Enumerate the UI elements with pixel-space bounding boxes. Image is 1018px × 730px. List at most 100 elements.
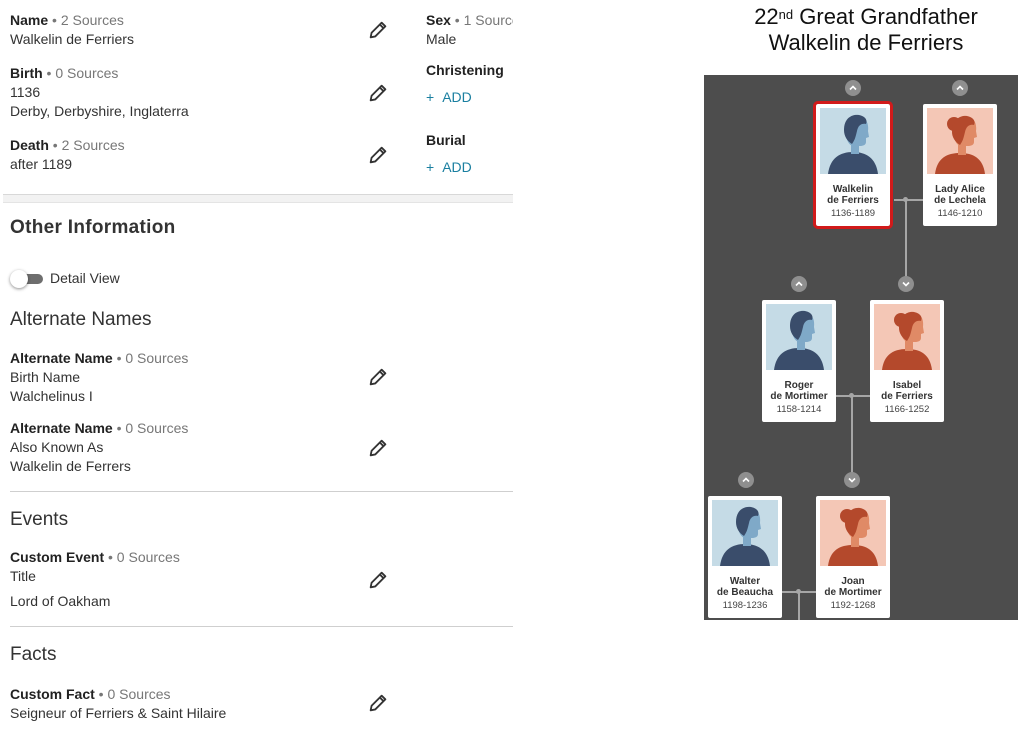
vital-sex-value: Male	[426, 31, 457, 47]
alternate-name-item: Alternate Name • 0 Sources Also Known As…	[10, 419, 188, 476]
add-christening-label: ADD	[442, 89, 472, 105]
expand-ancestors-button[interactable]	[952, 80, 968, 96]
section-divider	[10, 491, 513, 492]
alternate-name-type: Birth Name	[10, 369, 81, 385]
ancestor-name: Walkelin de Ferriers	[768, 30, 964, 55]
person-lifespan: 1136-1189	[830, 208, 876, 219]
male-silhouette-icon	[766, 304, 832, 370]
edit-custom-event-button[interactable]	[367, 569, 389, 591]
vital-sex-sources[interactable]: • 1 Sources	[451, 12, 513, 28]
vital-sex-label: Sex	[426, 12, 451, 28]
add-burial-label: ADD	[442, 159, 472, 175]
pencil-icon	[369, 368, 387, 386]
edit-alternate-name-button[interactable]	[367, 437, 389, 459]
descent-line	[851, 396, 853, 476]
pencil-icon	[369, 21, 387, 39]
person-details-panel: Name • 2 Sources Walkelin de Ferriers Bi…	[0, 0, 513, 730]
expand-ancestors-button[interactable]	[791, 276, 807, 292]
alternate-name-type: Also Known As	[10, 439, 104, 455]
alternate-name-item: Alternate Name • 0 Sources Birth Name Wa…	[10, 349, 188, 406]
vital-christening: Christening + ADD	[426, 61, 513, 107]
chevron-down-icon	[848, 477, 856, 483]
person-card-isabel[interactable]: Isabel de Ferriers 1166-1252	[870, 300, 944, 422]
alternate-name-value: Walkelin de Ferrers	[10, 458, 131, 474]
person-name: Walter de Beaucha	[716, 576, 774, 598]
chevron-up-icon	[849, 85, 857, 91]
collapse-descendants-button[interactable]	[898, 276, 914, 292]
vital-birth-date: 1136	[10, 84, 41, 100]
chevron-down-icon	[902, 281, 910, 287]
facts-heading: Facts	[10, 644, 57, 665]
edit-name-button[interactable]	[367, 19, 389, 41]
custom-fact-item: Custom Fact • 0 Sources Seigneur of Ferr…	[10, 685, 226, 723]
alternate-name-sources[interactable]: • 0 Sources	[113, 350, 189, 366]
custom-fact-label: Custom Fact	[10, 686, 95, 702]
couple-dot	[903, 197, 908, 202]
relationship-text: Great Grandfather	[793, 4, 978, 29]
alternate-name-label: Alternate Name	[10, 350, 113, 366]
expand-ancestors-button[interactable]	[738, 472, 754, 488]
custom-event-value: Lord of Oakham	[10, 593, 111, 609]
vital-birth-place: Derby, Derbyshire, Inglaterra	[10, 103, 189, 119]
couple-connector	[894, 199, 923, 201]
vital-birth-label: Birth	[10, 65, 43, 81]
couple-dot	[849, 393, 854, 398]
custom-event-type: Title	[10, 568, 36, 584]
edit-alternate-name-button[interactable]	[367, 366, 389, 388]
chevron-up-icon	[956, 85, 964, 91]
collapse-descendants-button[interactable]	[844, 472, 860, 488]
person-name: Joan de Mortimer	[824, 576, 882, 598]
relationship-label: 22nd Great Grandfather	[716, 4, 1016, 30]
person-card-alice[interactable]: Lady Alice de Lechela 1146-1210	[923, 104, 997, 226]
person-card-walkelin[interactable]: Walkelin de Ferriers 1136-1189	[813, 101, 893, 229]
couple-dot	[796, 589, 801, 594]
person-lifespan: 1192-1268	[830, 600, 876, 611]
custom-fact-sources[interactable]: • 0 Sources	[95, 686, 171, 702]
custom-event-label: Custom Event	[10, 549, 105, 565]
female-silhouette-icon	[927, 108, 993, 174]
pencil-icon	[369, 439, 387, 457]
section-divider	[3, 194, 513, 203]
alternate-name-sources[interactable]: • 0 Sources	[113, 420, 189, 436]
vital-death-sources[interactable]: • 2 Sources	[49, 137, 125, 153]
descent-line	[905, 200, 907, 280]
alternate-name-value: Walchelinus I	[10, 388, 93, 404]
person-name: Lady Alice de Lechela	[934, 184, 986, 206]
edit-death-button[interactable]	[367, 144, 389, 166]
expand-ancestors-button[interactable]	[845, 80, 861, 96]
edit-birth-button[interactable]	[367, 82, 389, 104]
person-lifespan: 1166-1252	[884, 404, 930, 415]
add-christening-button[interactable]: + ADD	[426, 88, 513, 107]
custom-event-sources[interactable]: • 0 Sources	[104, 549, 180, 565]
vital-burial-label: Burial	[426, 132, 466, 148]
vital-sex: Sex • 1 Sources Male	[426, 11, 513, 49]
person-name: Isabel de Ferriers	[881, 380, 933, 402]
vital-birth: Birth • 0 Sources 1136 Derby, Derbyshire…	[10, 64, 189, 121]
person-card-roger[interactable]: Roger de Mortimer 1158-1214	[762, 300, 836, 422]
edit-custom-fact-button[interactable]	[367, 692, 389, 714]
alternate-name-label: Alternate Name	[10, 420, 113, 436]
female-silhouette-icon	[874, 304, 940, 370]
vital-name-sources[interactable]: • 2 Sources	[48, 12, 124, 28]
plus-icon: +	[426, 89, 435, 105]
family-tree-chart: Walkelin de Ferriers 1136-1189 Lady Alice…	[704, 75, 1018, 620]
person-name: Roger de Mortimer	[770, 380, 828, 402]
alternate-names-heading: Alternate Names	[10, 309, 152, 330]
plus-icon: +	[426, 159, 435, 175]
add-burial-button[interactable]: + ADD	[426, 158, 513, 177]
vital-death: Death • 2 Sources after 1189	[10, 136, 125, 174]
male-silhouette-icon	[712, 500, 778, 566]
vital-death-label: Death	[10, 137, 49, 153]
person-lifespan: 1198-1236	[722, 600, 768, 611]
section-divider	[10, 626, 513, 627]
vital-birth-sources[interactable]: • 0 Sources	[43, 65, 119, 81]
pencil-icon	[369, 84, 387, 102]
detail-view-label: Detail View	[50, 270, 120, 286]
events-heading: Events	[10, 509, 69, 530]
person-card-joan[interactable]: Joan de Mortimer 1192-1268	[816, 496, 890, 618]
person-lifespan: 1146-1210	[937, 208, 983, 219]
person-card-walter[interactable]: Walter de Beaucha 1198-1236	[708, 496, 782, 618]
detail-view-toggle[interactable]	[10, 270, 43, 288]
vital-name-value: Walkelin de Ferriers	[10, 31, 134, 47]
relationship-ordinal-suffix: nd	[778, 7, 794, 22]
